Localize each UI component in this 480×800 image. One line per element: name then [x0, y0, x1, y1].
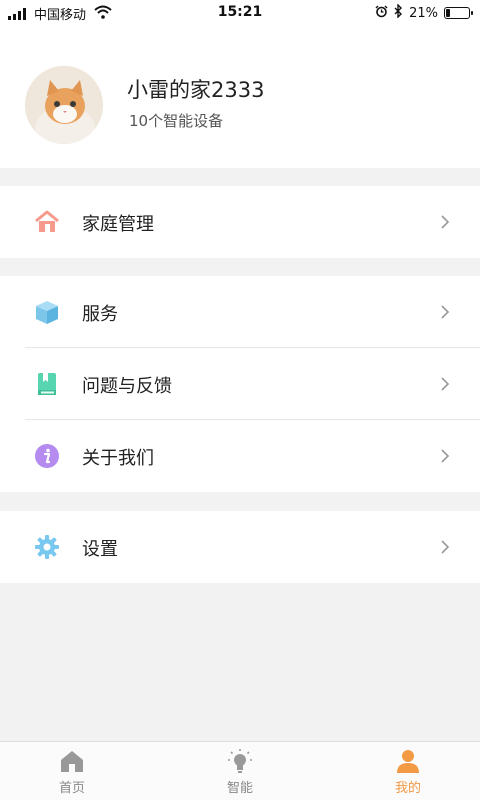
device-count: 10个智能设备 — [129, 112, 224, 130]
bluetooth-icon — [394, 3, 403, 22]
menu-label-feedback: 问题与反馈 — [82, 376, 172, 397]
bottom-tab-bar: 首页 智能 我的 — [0, 741, 480, 800]
alarm-icon — [375, 5, 388, 22]
chevron-right-icon — [440, 539, 450, 555]
status-bar: 中国移动 15:21 21% — [0, 0, 480, 24]
info-icon — [34, 443, 60, 469]
menu-group-settings: 设置 — [0, 511, 480, 583]
home-icon — [59, 748, 85, 774]
cat-avatar[interactable] — [25, 66, 103, 144]
menu-label-service: 服务 — [82, 304, 118, 325]
menu-item-feedback[interactable]: 问题与反馈 — [0, 348, 480, 420]
tab-smart[interactable]: 智能 — [180, 742, 300, 800]
lightbulb-icon — [227, 748, 253, 774]
tab-mine[interactable]: 我的 — [348, 742, 468, 800]
battery-percent: 21% — [409, 5, 438, 21]
cube-icon — [34, 299, 60, 325]
gear-icon — [34, 534, 60, 560]
tab-home[interactable]: 首页 — [12, 742, 132, 800]
chevron-right-icon — [440, 214, 450, 230]
house-icon — [34, 209, 60, 235]
battery-fill — [446, 9, 450, 17]
tab-home-label: 首页 — [58, 781, 85, 796]
person-icon — [395, 748, 421, 774]
menu-group-info: 服务 问题与反馈 关于我们 — [0, 276, 480, 492]
chevron-right-icon — [440, 376, 450, 392]
menu-item-home-management[interactable]: 家庭管理 — [0, 186, 480, 258]
menu-label-about: 关于我们 — [82, 448, 154, 469]
menu-label-home-management: 家庭管理 — [82, 214, 154, 235]
battery-icon — [444, 7, 473, 19]
book-icon — [34, 371, 60, 397]
tab-mine-label: 我的 — [394, 781, 421, 796]
chevron-right-icon — [440, 448, 450, 464]
profile-header[interactable]: 小雷的家2333 10个智能设备 — [0, 24, 480, 168]
tab-smart-label: 智能 — [226, 781, 253, 796]
home-name: 小雷的家2333 — [127, 78, 265, 102]
menu-group-home: 家庭管理 — [0, 186, 480, 258]
status-right: 21% — [375, 3, 473, 22]
menu-label-settings: 设置 — [82, 539, 118, 560]
menu-item-service[interactable]: 服务 — [0, 276, 480, 348]
menu-item-about[interactable]: 关于我们 — [0, 420, 480, 492]
menu-item-settings[interactable]: 设置 — [0, 511, 480, 583]
chevron-right-icon — [440, 304, 450, 320]
